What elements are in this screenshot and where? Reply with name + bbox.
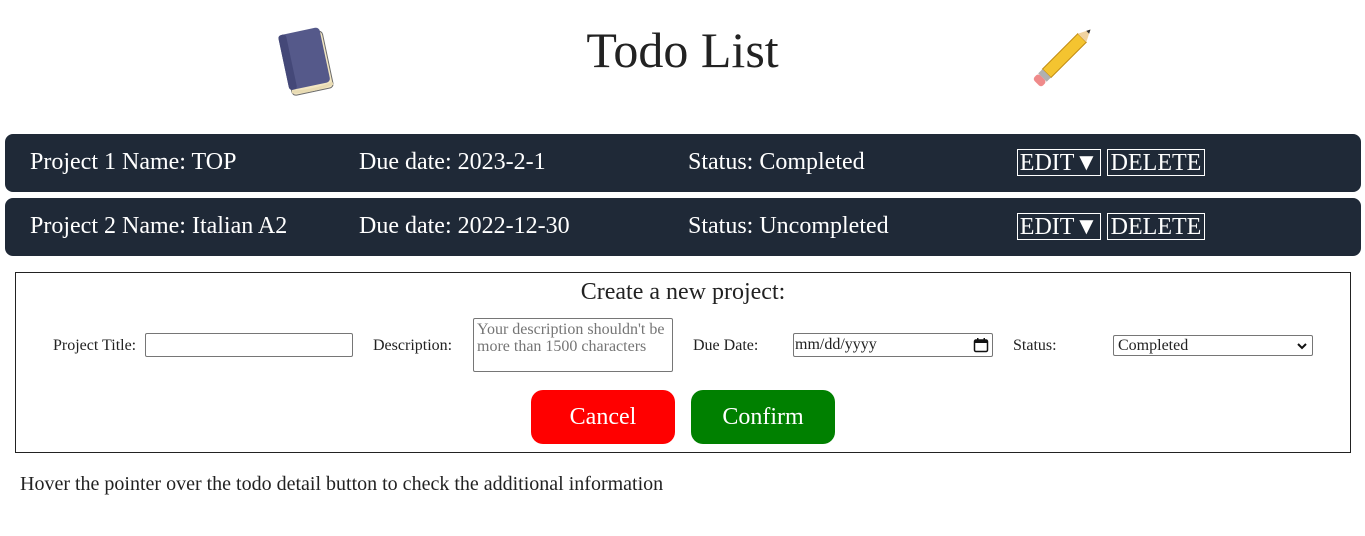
delete-button[interactable]: DELETE [1107,213,1205,240]
confirm-button[interactable]: Confirm [691,390,835,444]
status-selected-value: Completed [1118,337,1189,354]
due-date-input[interactable]: mm/dd/yyyy [793,333,993,357]
edit-button[interactable]: EDIT▼ [1017,213,1101,240]
due-date-value: mm/dd/yyyy [795,336,877,353]
project-status: Status: Completed [688,149,865,175]
hint-text: Hover the pointer over the todo detail b… [20,473,664,495]
status-label: Status: [1013,337,1057,354]
project-name: Project 2 Name: Italian A2 [30,213,288,239]
form-heading: Create a new project: [580,279,786,305]
new-project-form: Create a new project: Project Title: Des… [15,272,1351,453]
description-textarea[interactable] [473,318,673,372]
description-label: Description: [373,337,453,354]
project-status: Status: Uncompleted [688,213,889,239]
page-title: Todo List [586,22,779,78]
status-select[interactable]: Completed [1113,335,1313,356]
pencil-icon [1033,29,1091,87]
project-title-input[interactable] [145,333,353,357]
chevron-down-icon [1297,343,1307,350]
due-date-label: Due Date: [693,337,759,354]
cancel-button[interactable]: Cancel [531,390,675,444]
edit-button[interactable]: EDIT▼ [1017,149,1101,176]
calendar-icon[interactable] [973,337,989,353]
project-due-date: Due date: 2023-2-1 [359,149,546,175]
project-name: Project 1 Name: TOP [30,149,237,175]
project-due-date: Due date: 2022-12-30 [359,213,570,239]
project-row: Project 1 Name: TOP Due date: 2023-2-1 S… [5,134,1361,192]
page-header: Todo List [0,0,1365,110]
project-row: Project 2 Name: Italian A2 Due date: 202… [5,198,1361,256]
delete-button[interactable]: DELETE [1107,149,1205,176]
project-title-label: Project Title: [53,337,137,354]
